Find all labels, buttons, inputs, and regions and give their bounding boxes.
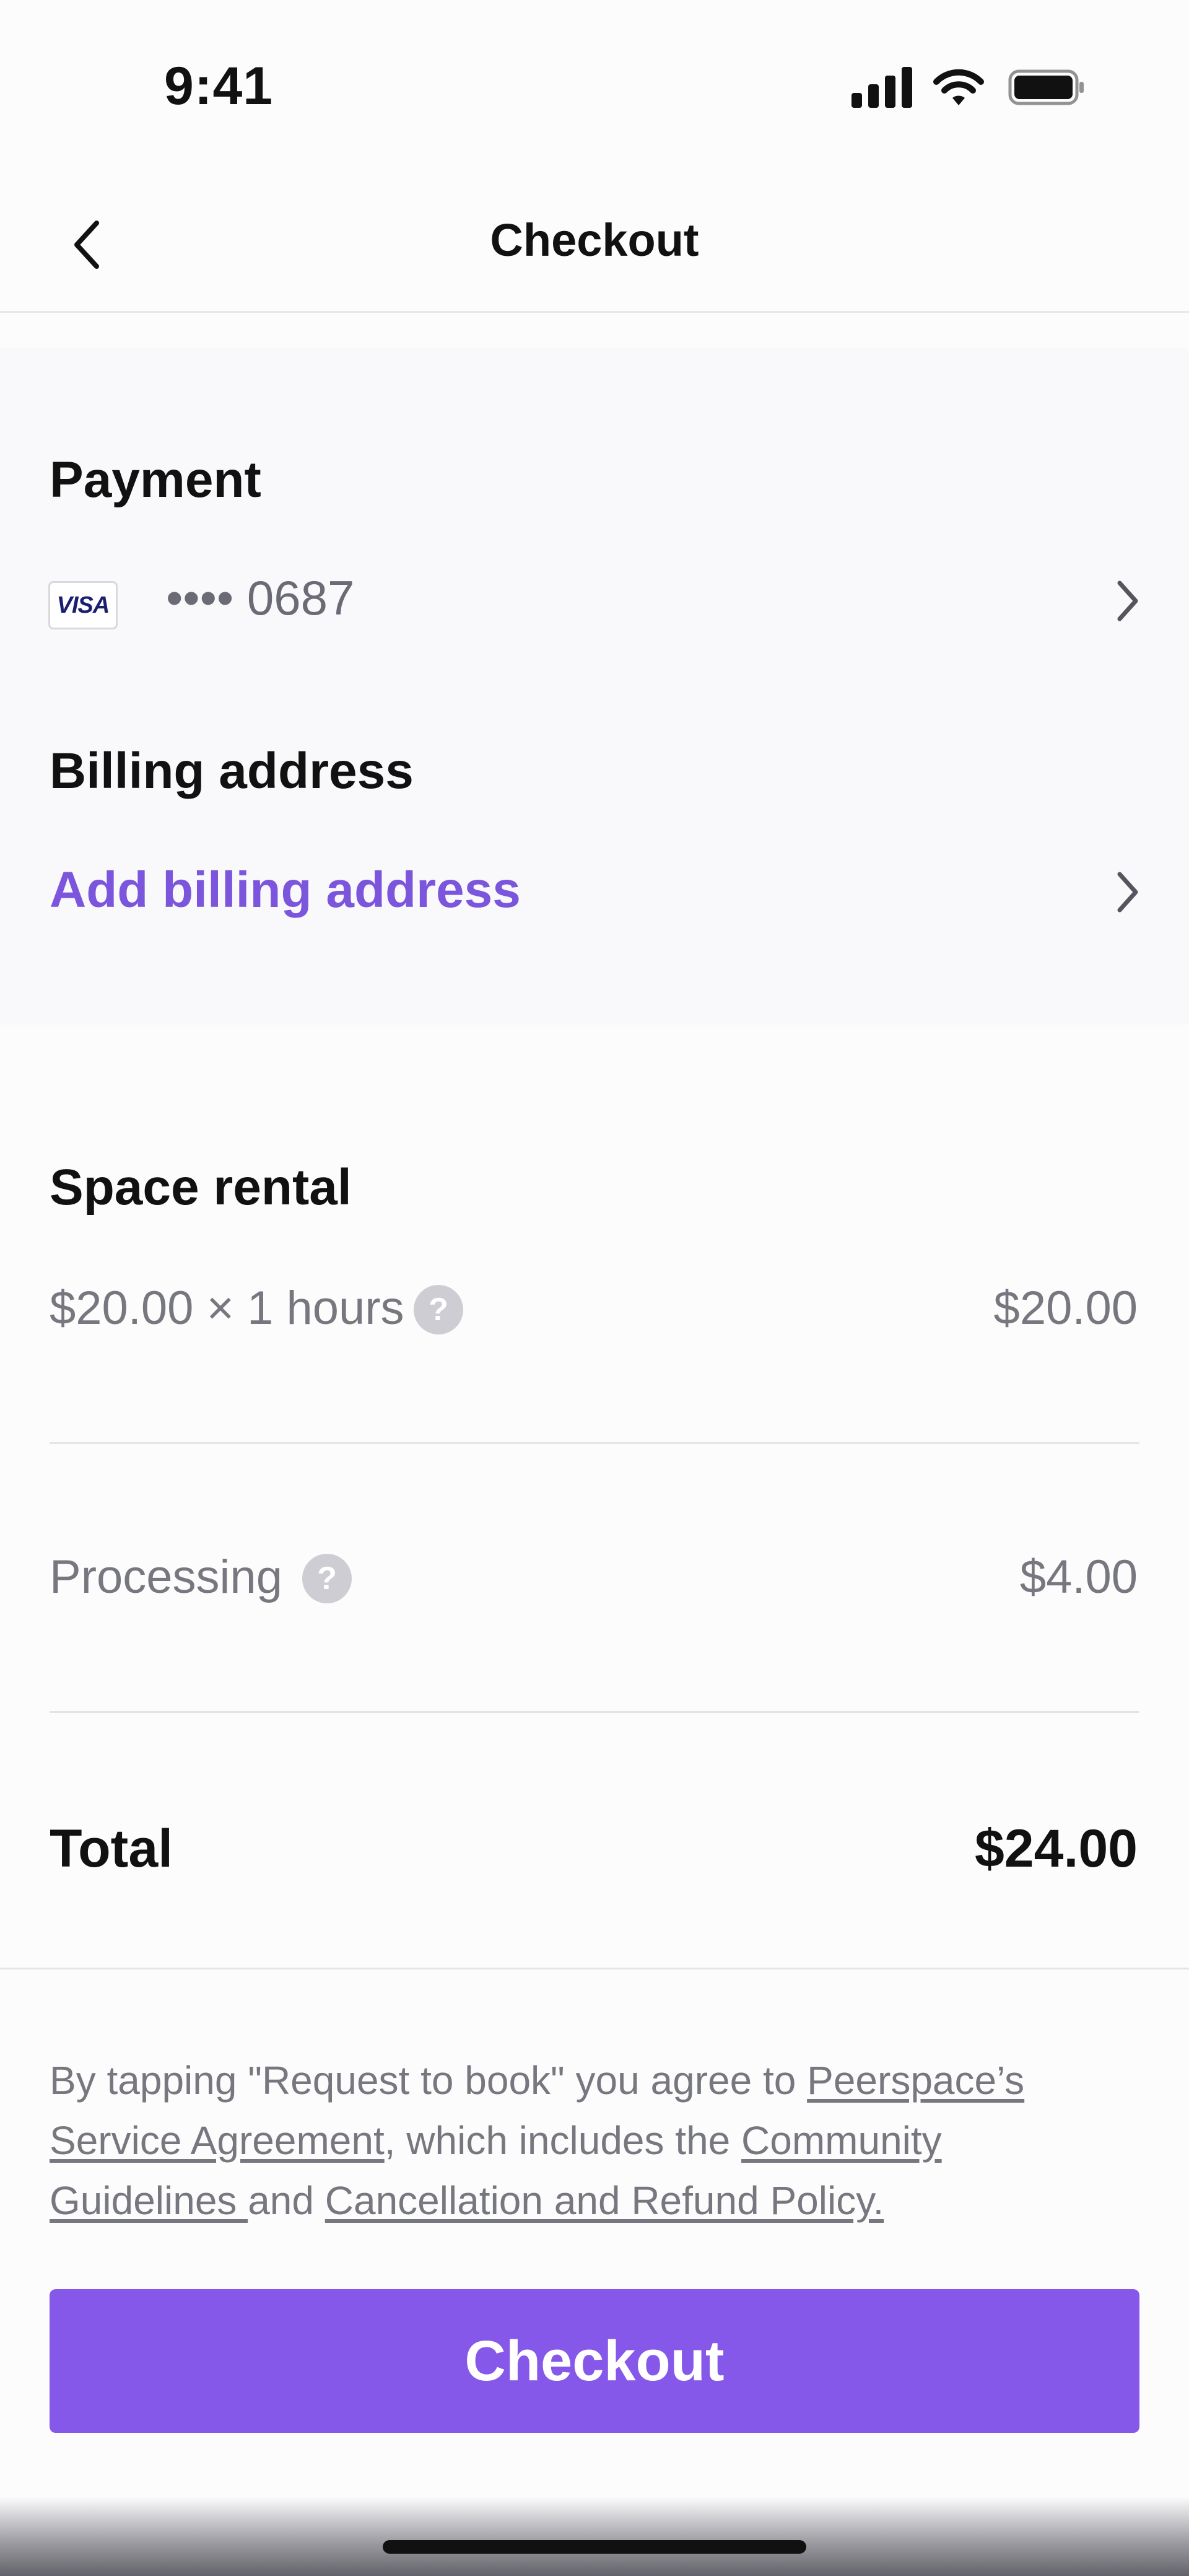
terms-text: By tapping "Request to book" you agree t… [50,2051,1139,2231]
space-rental-title: Space rental [50,1159,352,1216]
home-indicator [383,2540,806,2554]
wifi-icon [933,69,984,105]
battery-icon [1008,69,1084,105]
payment-section [0,348,1189,1025]
divider [50,1711,1139,1713]
signal-icon [851,67,913,108]
processing-value: $4.00 [1019,1551,1138,1603]
terms-prefix: By tapping "Request to book" you agree t… [50,2058,808,2103]
terms-middle: , which includes the [384,2118,742,2163]
visa-card-icon: VISA [48,581,118,629]
card-number: •••• 0687 [166,571,355,625]
billing-title: Billing address [50,743,414,799]
terms-and: and [248,2178,325,2223]
page-title: Checkout [490,214,699,266]
add-billing-address-link[interactable]: Add billing address [50,861,521,919]
checkout-button[interactable]: Checkout [50,2289,1139,2433]
cancellation-policy-link[interactable]: Cancellation and Refund Policy. [325,2178,884,2223]
status-time: 9:41 [164,56,274,116]
total-value: $24.00 [974,1819,1138,1878]
divider [50,1442,1139,1444]
rental-rate-label: $20.00 × 1 hours [50,1282,404,1334]
rental-rate-value: $20.00 [993,1282,1138,1334]
help-icon[interactable]: ? [414,1285,463,1334]
chevron-right-icon[interactable] [1108,864,1146,920]
total-label: Total [50,1819,173,1878]
processing-label: Processing [50,1551,282,1603]
divider [0,1968,1189,1969]
bottom-fade [0,2497,1189,2576]
chevron-right-icon [1108,573,1146,629]
payment-title: Payment [50,452,261,508]
help-icon[interactable]: ? [302,1554,352,1603]
